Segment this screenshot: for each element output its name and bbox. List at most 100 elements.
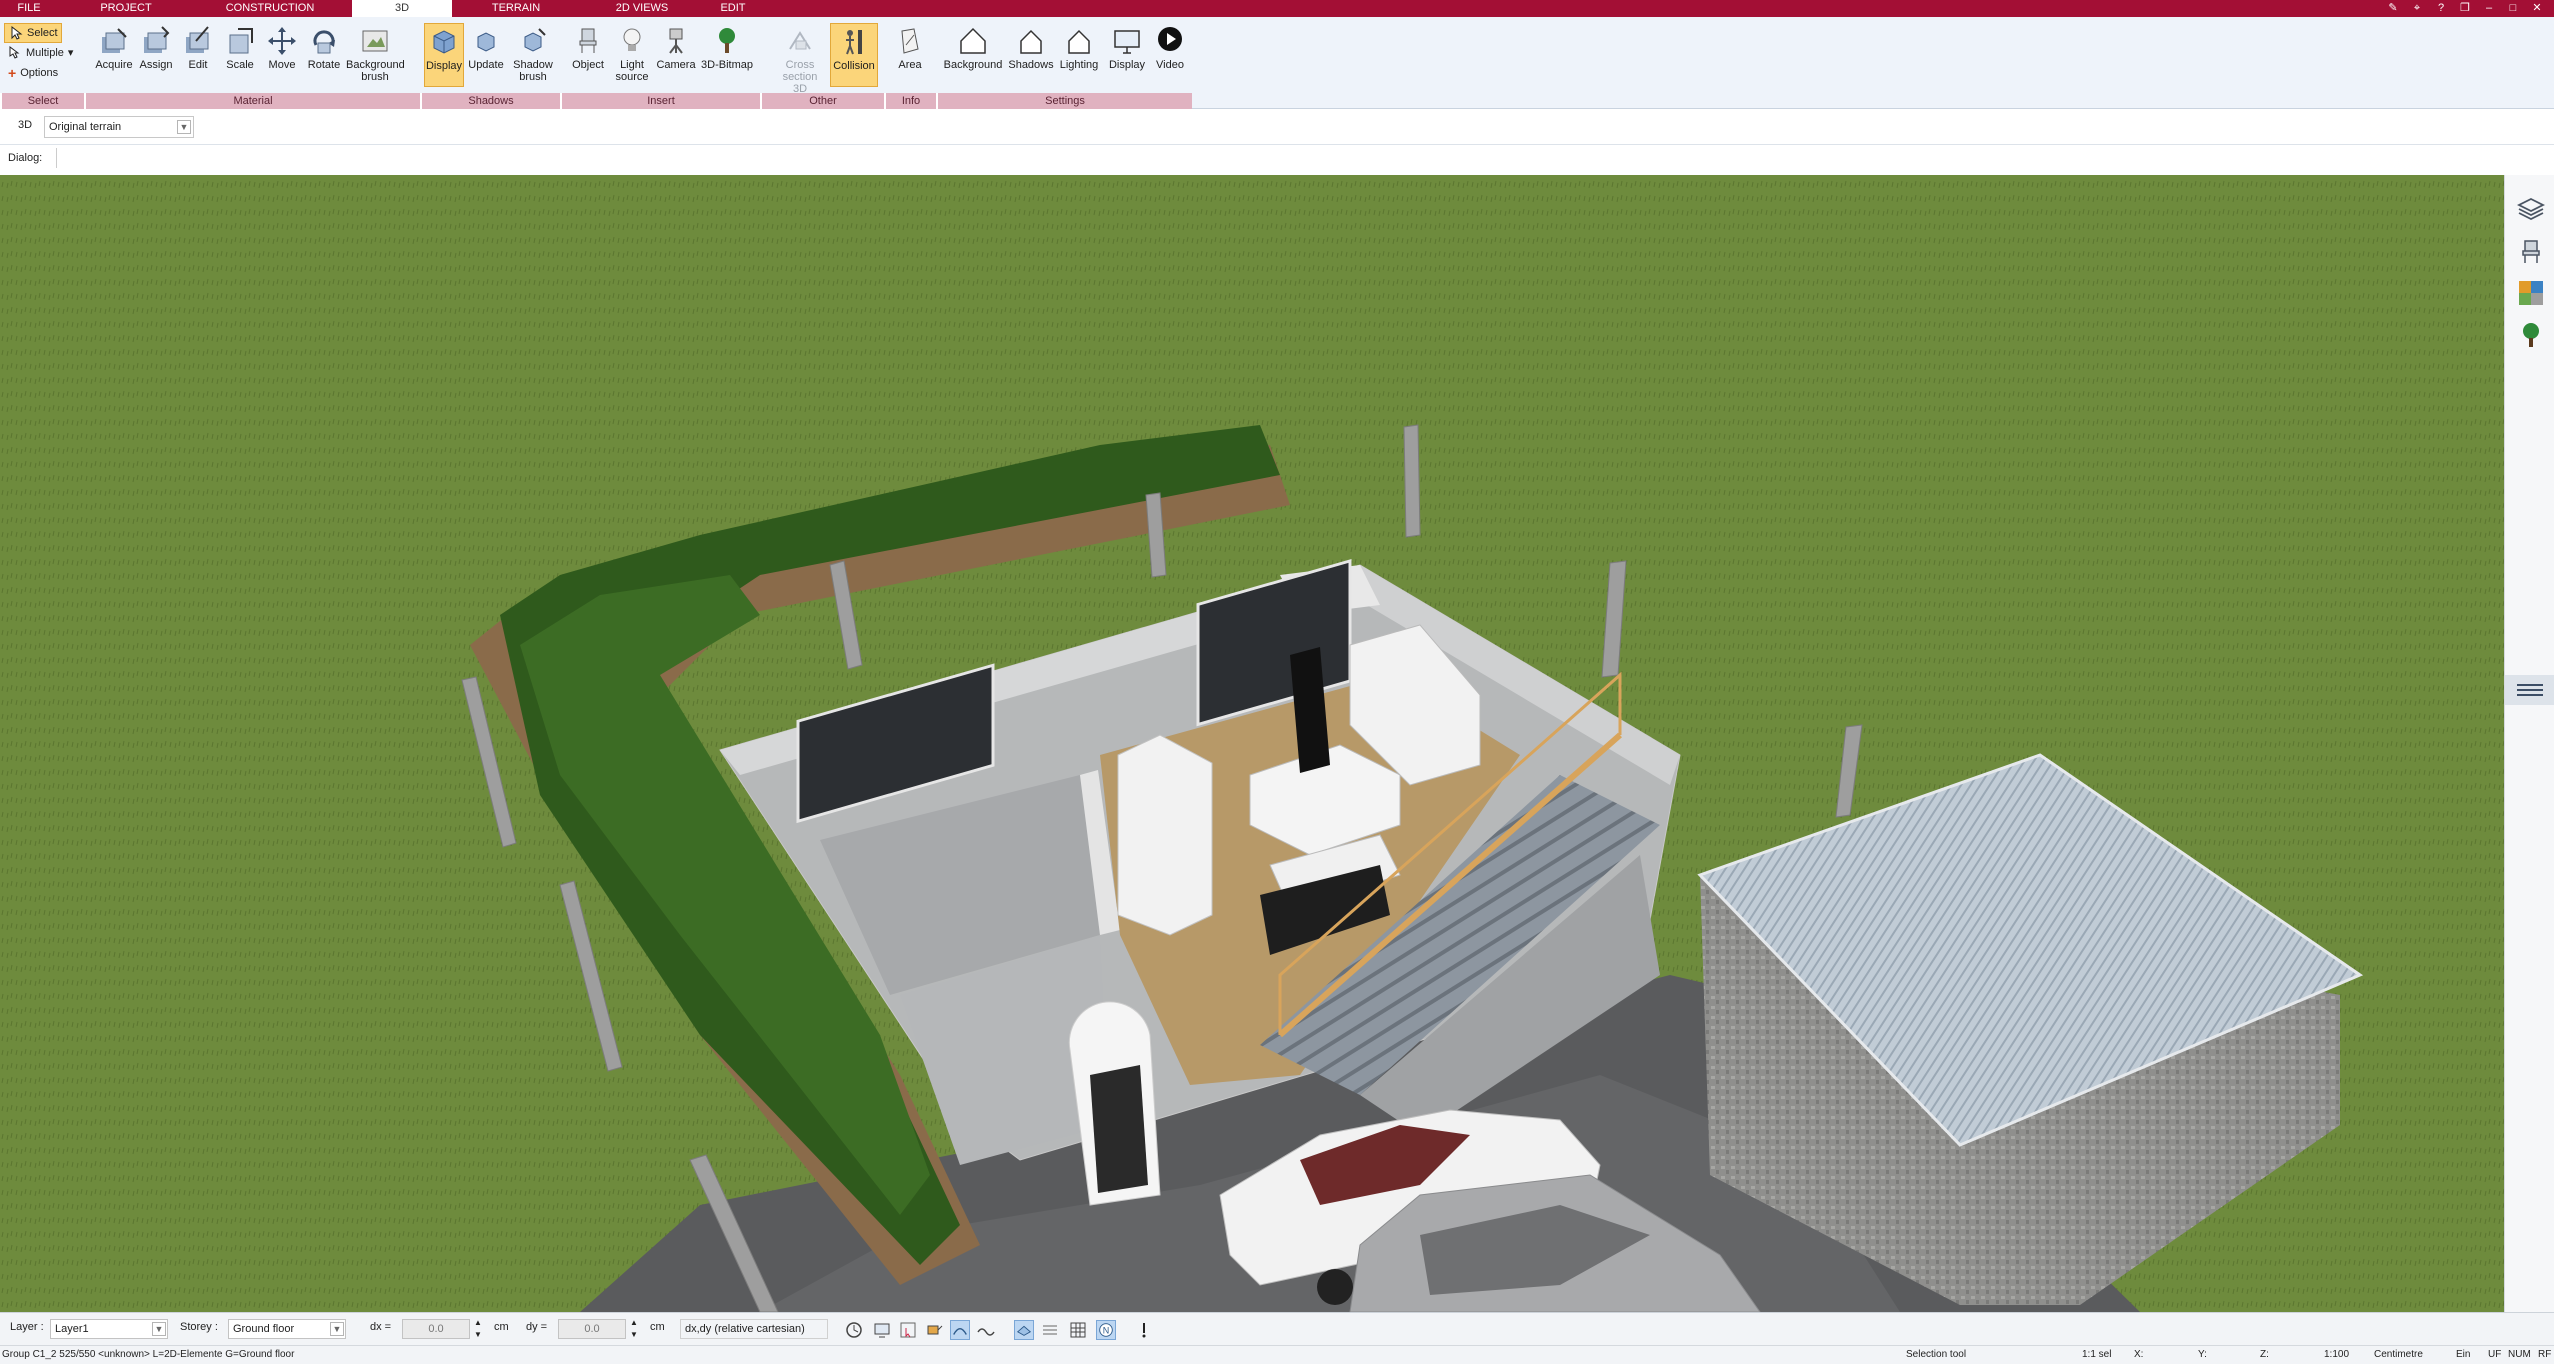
layers-icon[interactable] xyxy=(2517,195,2545,223)
ribbon-group-insert: Object Light source Camera 3D-Bitmap Ins… xyxy=(560,17,760,109)
group-label-info: Info xyxy=(884,93,936,109)
settings-display-button[interactable]: Display xyxy=(1104,23,1150,87)
display-cube-icon xyxy=(433,30,455,54)
tab-file[interactable]: FILE xyxy=(0,0,58,17)
pin-icon[interactable]: ⌖ xyxy=(2406,0,2428,17)
dx-input[interactable]: 0.0 xyxy=(402,1319,470,1339)
tab-3d[interactable]: 3D xyxy=(352,0,452,17)
background-brush-icon xyxy=(362,30,388,52)
tools-icon[interactable]: ✎ xyxy=(2382,0,2404,17)
tab-terrain[interactable]: TERRAIN xyxy=(480,0,552,17)
grid-icon[interactable] xyxy=(1068,1320,1088,1340)
snap-curve-icon[interactable] xyxy=(950,1320,970,1340)
multiple-icon xyxy=(9,46,20,59)
maximize-icon[interactable]: □ xyxy=(2502,0,2524,17)
close-icon[interactable]: ✕ xyxy=(2526,0,2548,17)
chair-icon[interactable] xyxy=(2517,237,2545,265)
chevron-down-icon: ▾ xyxy=(67,47,74,59)
assign-button[interactable]: Assign xyxy=(136,23,176,87)
background-button[interactable]: Background xyxy=(942,23,1004,87)
3d-bitmap-button[interactable]: 3D-Bitmap xyxy=(698,23,756,87)
ribbon-group-select: Select Multiple ▾ + Options Select xyxy=(0,17,84,109)
view-toolbar: 3D Original terrain ▼ xyxy=(0,113,2554,141)
dx-stepper[interactable]: ▲ ▼ xyxy=(474,1317,482,1341)
north-icon[interactable]: N xyxy=(1096,1320,1116,1340)
dy-input[interactable]: 0.0 xyxy=(558,1319,626,1339)
lines-icon[interactable] xyxy=(1040,1320,1060,1340)
ribbon-group-settings: Background Shadows Lighting Display Vide… xyxy=(936,17,1192,109)
video-play-icon xyxy=(1158,27,1182,51)
screen-icon[interactable] xyxy=(872,1320,892,1340)
info-exclamation-icon[interactable] xyxy=(1134,1320,1154,1340)
group-label-settings: Settings xyxy=(936,93,1192,109)
display-monitor-icon xyxy=(1114,30,1140,54)
tab-project[interactable]: PROJECT xyxy=(88,0,164,17)
terrain-dropdown[interactable]: Original terrain ▼ xyxy=(44,116,194,138)
right-side-panel xyxy=(2504,175,2554,1312)
ribbon-group-other: Cross section 3D Collision Other xyxy=(760,17,884,109)
move-button[interactable]: Move xyxy=(262,23,302,87)
ribbon: Select Multiple ▾ + Options Select Acquir… xyxy=(0,17,2554,109)
acquire-button[interactable]: Acquire xyxy=(94,23,134,87)
edit-button[interactable]: Edit xyxy=(178,23,218,87)
lighting-button[interactable]: Lighting xyxy=(1056,23,1102,87)
options-plus-icon: + xyxy=(8,65,17,81)
clock-icon[interactable] xyxy=(844,1320,864,1340)
panel-collapse-handle[interactable] xyxy=(2505,675,2554,705)
coordinate-mode-dropdown[interactable]: dx,dy (relative cartesian) xyxy=(680,1319,828,1339)
options-label: Options xyxy=(20,67,59,79)
cross-section-label: Cross section 3D xyxy=(782,59,818,95)
status-y: Y: xyxy=(2198,1349,2207,1360)
shadow-brush-button[interactable]: Shadow brush xyxy=(510,23,556,87)
object-button[interactable]: Object xyxy=(568,23,608,87)
update-button[interactable]: Update xyxy=(466,23,506,87)
restore-icon[interactable]: ❐ xyxy=(2454,0,2476,17)
select-label: Select xyxy=(27,27,58,39)
group-label-material: Material xyxy=(84,93,420,109)
video-button[interactable]: Video xyxy=(1150,23,1190,87)
collision-button[interactable]: Collision xyxy=(830,23,878,87)
scale-icon xyxy=(229,28,253,54)
chevron-down-icon: ▼ xyxy=(177,120,191,134)
paint-icon[interactable] xyxy=(924,1320,944,1340)
tree-icon[interactable] xyxy=(2517,321,2545,349)
cross-section-3d-button[interactable]: Cross section 3D xyxy=(776,23,824,95)
settings-shadows-button[interactable]: Shadows xyxy=(1008,23,1054,87)
background-brush-button[interactable]: Background brush xyxy=(346,23,405,87)
select-button[interactable]: Select xyxy=(4,23,62,43)
minimize-icon[interactable]: – xyxy=(2478,0,2500,17)
rotate-button[interactable]: Rotate xyxy=(304,23,344,87)
help-icon[interactable]: ? xyxy=(2430,0,2452,17)
cursor-grid-icon[interactable] xyxy=(898,1320,918,1340)
dy-value: 0.0 xyxy=(584,1323,600,1335)
shadows-house-icon xyxy=(1020,29,1042,54)
tab-2d-views[interactable]: 2D VIEWS xyxy=(604,0,680,17)
lighting-label: Lighting xyxy=(1059,59,1099,71)
update-label: Update xyxy=(468,59,504,71)
acquire-icon xyxy=(102,28,127,53)
light-source-button[interactable]: Light source xyxy=(612,23,652,87)
snap-plane-icon[interactable] xyxy=(1014,1320,1034,1340)
chevron-down-icon: ▼ xyxy=(152,1322,166,1336)
area-button[interactable]: Area xyxy=(890,23,930,87)
status-tool: Selection tool xyxy=(1906,1349,1967,1360)
scale-button[interactable]: Scale xyxy=(220,23,260,87)
dx-value: 0.0 xyxy=(428,1323,444,1335)
layer-dropdown[interactable]: Layer1 ▼ xyxy=(50,1319,168,1339)
tab-edit[interactable]: EDIT xyxy=(712,0,754,17)
storey-dropdown[interactable]: Ground floor ▼ xyxy=(228,1319,346,1339)
3d-scene[interactable] xyxy=(0,175,2504,1312)
options-button[interactable]: + Options xyxy=(4,63,84,83)
snap-wave-icon[interactable] xyxy=(976,1320,996,1340)
dy-stepper[interactable]: ▲ ▼ xyxy=(630,1317,638,1341)
materials-icon[interactable] xyxy=(2517,279,2545,307)
status-lang: Ein xyxy=(2456,1349,2471,1360)
svg-text:N: N xyxy=(1103,1326,1110,1336)
move-icon xyxy=(268,27,296,55)
shadows-display-button[interactable]: Display xyxy=(424,23,464,87)
multiple-button[interactable]: Multiple ▾ xyxy=(4,43,84,63)
tab-construction[interactable]: CONSTRUCTION xyxy=(210,0,330,17)
3d-viewport[interactable] xyxy=(0,175,2504,1312)
camera-button[interactable]: Camera xyxy=(656,23,696,87)
assign-icon xyxy=(144,26,170,53)
